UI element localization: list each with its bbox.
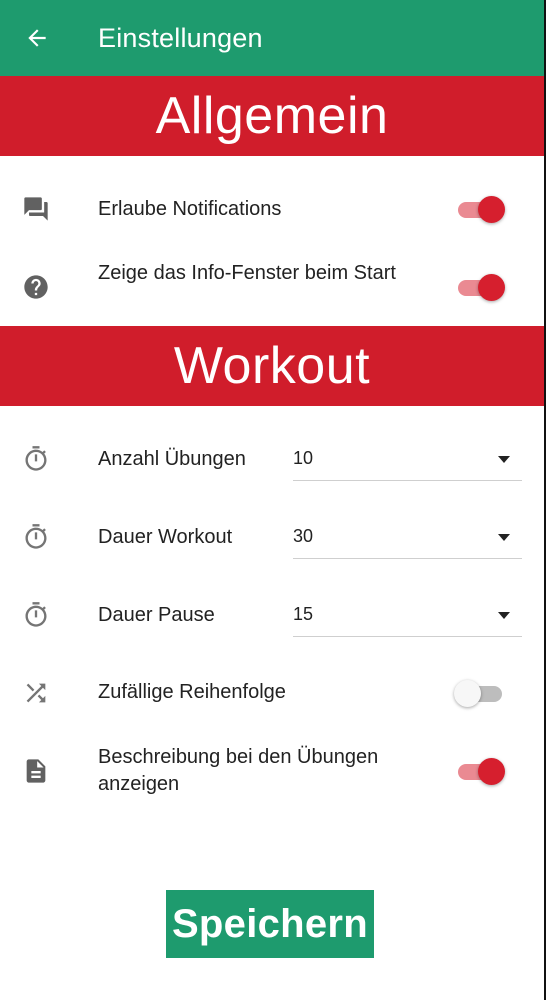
setting-label-notifications: Erlaube Notifications (98, 198, 282, 220)
setting-row-info-window: Zeige das Info-Fenster beim Start (0, 258, 544, 318)
timer-icon (22, 601, 50, 629)
setting-row-duration: Dauer Workout 30 (0, 518, 544, 560)
setting-label-pause: Dauer Pause (98, 604, 215, 626)
exercise-count-dropdown[interactable]: 10 (293, 440, 522, 481)
info-window-toggle[interactable] (456, 272, 506, 302)
toggle-thumb (478, 196, 505, 223)
page-title: Einstellungen (98, 22, 263, 53)
setting-row-show-description: Beschreibung bei den Übungen anzeigen (0, 742, 544, 802)
dropdown-value: 30 (293, 526, 314, 546)
random-order-toggle[interactable] (454, 678, 506, 708)
show-description-toggle[interactable] (456, 756, 506, 786)
section-header-workout: Workout (0, 326, 544, 406)
setting-label-duration: Dauer Workout (98, 526, 233, 548)
document-icon (22, 757, 50, 785)
duration-dropdown[interactable]: 30 (293, 518, 522, 559)
back-button[interactable] (22, 23, 52, 53)
setting-label-info-window: Zeige das Info-Fenster beim Start (98, 262, 396, 284)
setting-row-pause: Dauer Pause 15 (0, 596, 544, 638)
dropdown-arrow-icon (498, 456, 510, 463)
shuffle-icon (22, 679, 50, 707)
arrow-left-icon (28, 29, 46, 47)
setting-row-exercise-count: Anzahl Übungen 10 (0, 440, 544, 482)
setting-row-random-order: Zufällige Reihenfolge (0, 674, 544, 714)
dropdown-arrow-icon (498, 612, 510, 619)
dropdown-arrow-icon (498, 534, 510, 541)
setting-label-show-description: Beschreibung bei den Übungen anzeigen (98, 746, 379, 795)
timer-icon (22, 445, 50, 473)
setting-row-notifications: Erlaube Notifications (0, 182, 544, 236)
app-bar: Einstellungen (0, 0, 544, 76)
toggle-thumb (478, 758, 505, 785)
toggle-thumb (478, 274, 505, 301)
notifications-toggle[interactable] (456, 194, 506, 224)
chat-icon (22, 195, 50, 223)
section-header-general: Allgemein (0, 76, 544, 156)
setting-label-exercise-count: Anzahl Übungen (98, 448, 246, 470)
toggle-thumb (454, 680, 481, 707)
setting-label-random-order: Zufällige Reihenfolge (98, 681, 286, 703)
help-icon (22, 273, 50, 301)
dropdown-value: 15 (293, 604, 314, 624)
timer-icon (22, 523, 50, 551)
save-button[interactable]: Speichern (166, 890, 374, 958)
dropdown-value: 10 (293, 448, 314, 468)
pause-dropdown[interactable]: 15 (293, 596, 522, 637)
